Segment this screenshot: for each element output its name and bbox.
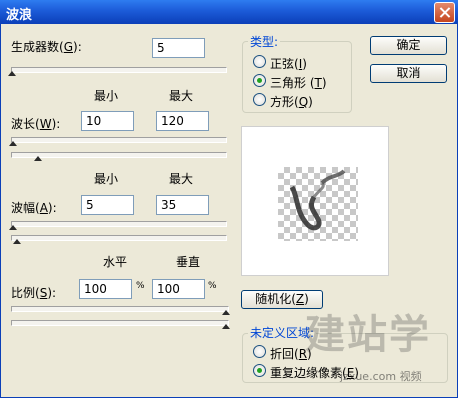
amplitude-max-header: 最大 bbox=[169, 172, 194, 186]
scale-horizontal-unit: % bbox=[136, 281, 145, 291]
scale-horizontal-slider[interactable] bbox=[11, 306, 229, 312]
amplitude-max-slider[interactable] bbox=[11, 235, 227, 241]
window-title: 波浪 bbox=[6, 8, 33, 23]
watermark-logo: 建站学 bbox=[305, 312, 431, 358]
type-group-legend: 类型: bbox=[248, 33, 281, 50]
wavelength-max-input[interactable]: 120 bbox=[156, 111, 209, 131]
watermark-caption: jzxue.com 视频 bbox=[340, 370, 422, 383]
scale-vertical-input[interactable]: 100 bbox=[152, 279, 205, 299]
close-button[interactable] bbox=[434, 2, 455, 23]
radio-triangle[interactable] bbox=[253, 74, 266, 87]
preview-image bbox=[278, 167, 358, 241]
radio-triangle-label[interactable]: 三角形 (T) bbox=[270, 74, 327, 91]
generators-label: 生成器数(G): bbox=[11, 40, 82, 54]
generators-slider[interactable] bbox=[11, 67, 227, 73]
scale-horizontal-input[interactable]: 100 bbox=[79, 279, 132, 299]
amplitude-max-thumb[interactable] bbox=[13, 239, 22, 247]
amplitude-max-input[interactable]: 35 bbox=[156, 195, 209, 215]
title-bar: 波浪 bbox=[0, 0, 458, 24]
scale-horizontal-thumb[interactable] bbox=[222, 310, 231, 318]
preview-pane bbox=[241, 126, 389, 276]
generators-slider-thumb[interactable] bbox=[8, 71, 17, 79]
scale-horizontal-header: 水平 bbox=[103, 255, 128, 269]
radio-sine-label[interactable]: 正弦(I) bbox=[270, 55, 307, 72]
amplitude-min-slider[interactable] bbox=[11, 221, 227, 227]
wavelength-min-thumb[interactable] bbox=[9, 141, 18, 149]
cancel-button[interactable]: 取消 bbox=[370, 64, 447, 83]
scale-vertical-slider[interactable] bbox=[11, 320, 229, 326]
scale-vertical-header: 垂直 bbox=[176, 255, 201, 269]
amplitude-label: 波幅(A): bbox=[11, 201, 57, 215]
wavelength-min-header: 最小 bbox=[94, 89, 119, 103]
wavelength-max-slider[interactable] bbox=[11, 152, 227, 158]
radio-wrap-around[interactable] bbox=[253, 345, 266, 358]
radio-repeat-edge[interactable] bbox=[253, 364, 266, 377]
radio-square[interactable] bbox=[253, 93, 266, 106]
scale-vertical-thumb[interactable] bbox=[222, 324, 231, 332]
wavelength-min-input[interactable]: 10 bbox=[81, 111, 134, 131]
scale-vertical-unit: % bbox=[208, 281, 217, 291]
amplitude-min-input[interactable]: 5 bbox=[81, 195, 134, 215]
wavelength-max-thumb[interactable] bbox=[34, 156, 43, 164]
radio-square-label[interactable]: 方形(Q) bbox=[270, 93, 313, 110]
generators-input[interactable]: 5 bbox=[152, 38, 205, 58]
scale-label: 比例(S): bbox=[11, 286, 57, 300]
amplitude-min-thumb[interactable] bbox=[9, 225, 18, 233]
amplitude-min-header: 最小 bbox=[94, 172, 119, 186]
ok-button[interactable]: 确定 bbox=[370, 36, 447, 55]
wavelength-min-slider[interactable] bbox=[11, 137, 227, 143]
wavelength-max-header: 最大 bbox=[169, 89, 194, 103]
radio-sine[interactable] bbox=[253, 55, 266, 68]
wavelength-label: 波长(W): bbox=[11, 117, 61, 131]
